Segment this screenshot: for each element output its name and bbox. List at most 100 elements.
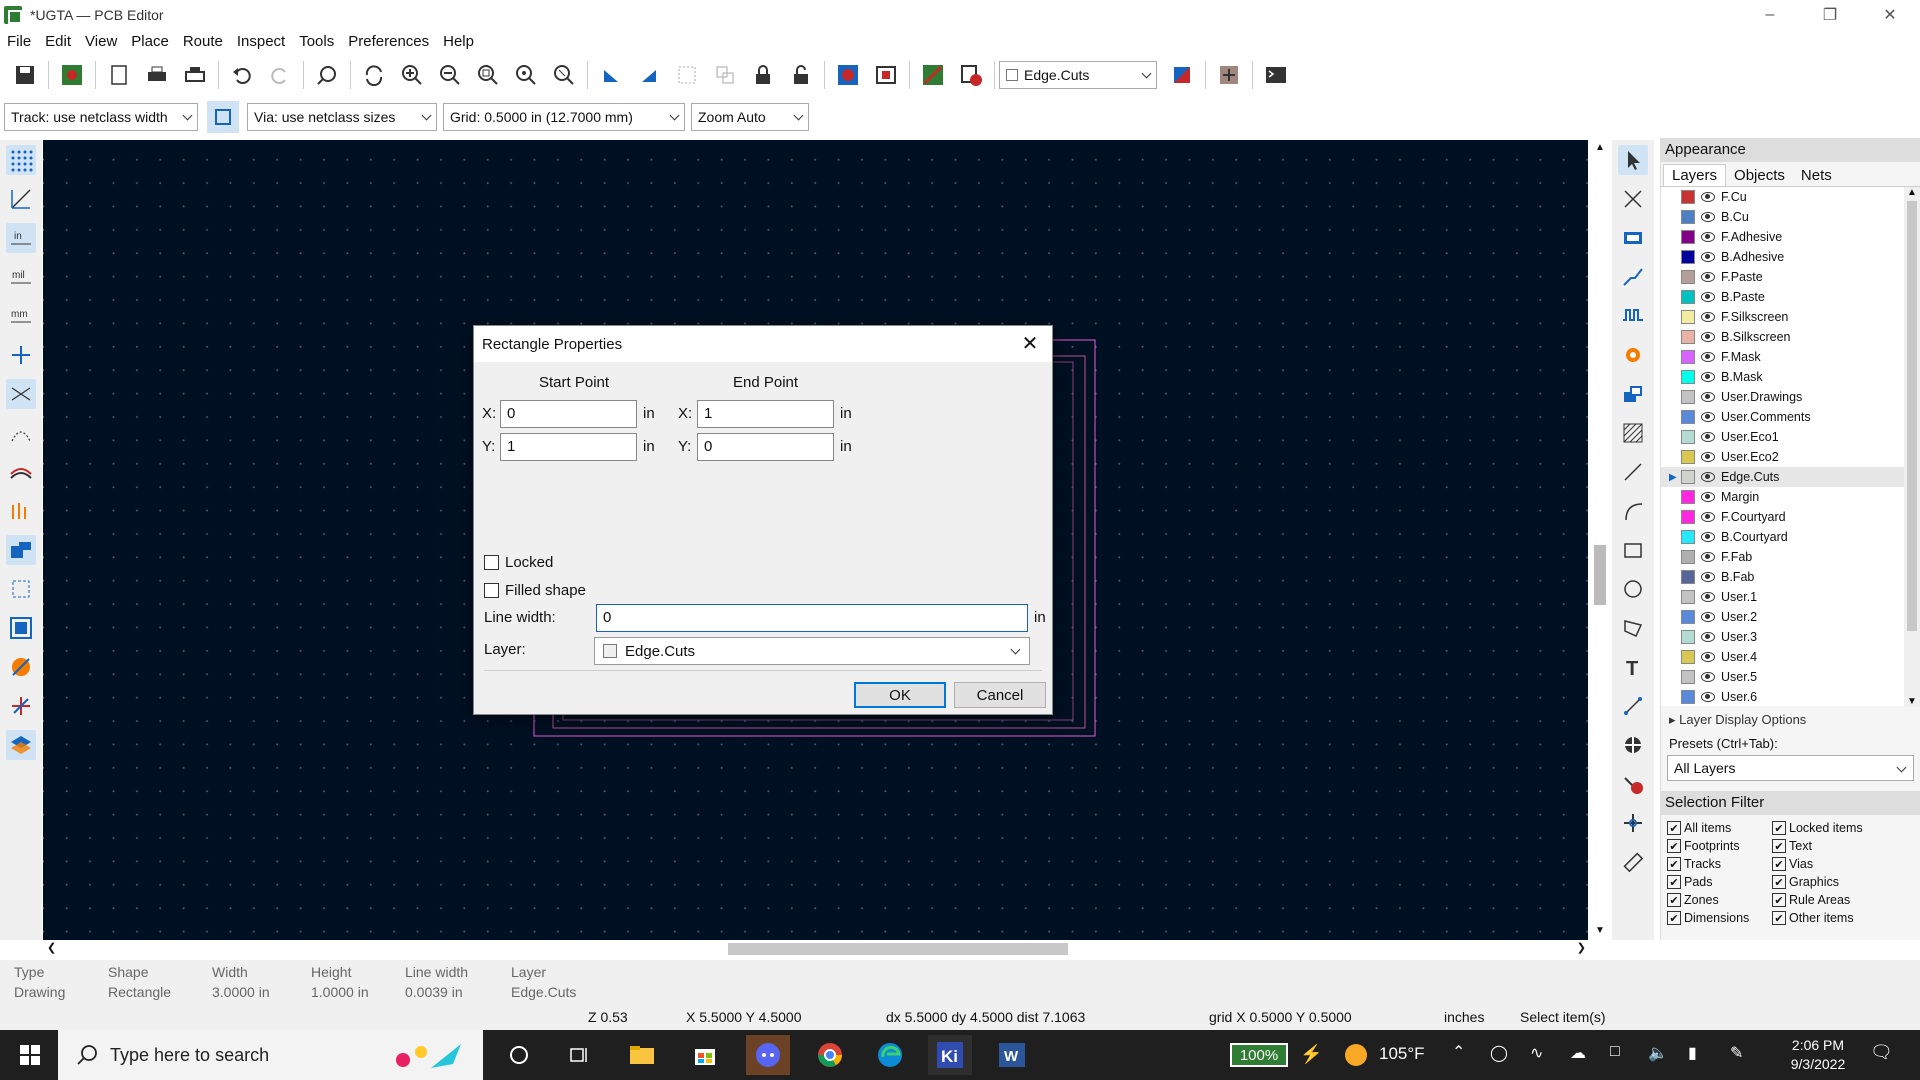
- presets-select[interactable]: All Layers: [1667, 755, 1914, 781]
- layer-color-swatch[interactable]: [1681, 250, 1695, 264]
- layer-color-swatch[interactable]: [1681, 630, 1695, 644]
- layer-row[interactable]: F.Fab: [1661, 547, 1920, 567]
- layer-color-swatch[interactable]: [1681, 350, 1695, 364]
- route-track-icon[interactable]: [1618, 262, 1648, 292]
- layer-color-swatch[interactable]: [1681, 570, 1695, 584]
- footprint-library-icon[interactable]: [870, 59, 902, 91]
- menu-file[interactable]: File: [0, 33, 38, 50]
- measure-tool-icon[interactable]: [1618, 847, 1648, 877]
- taskbar-search-box[interactable]: Type here to search: [58, 1030, 483, 1080]
- visibility-eye-icon[interactable]: [1701, 292, 1715, 302]
- layer-row[interactable]: Margin: [1661, 487, 1920, 507]
- draw-line-icon[interactable]: [1618, 457, 1648, 487]
- delete-tool-icon[interactable]: [1618, 769, 1648, 799]
- start-y-input[interactable]: 1: [500, 433, 637, 461]
- draw-circle-icon[interactable]: [1618, 574, 1648, 604]
- add-via-icon[interactable]: [1618, 340, 1648, 370]
- visibility-eye-icon[interactable]: [1701, 672, 1715, 682]
- layer-color-swatch[interactable]: [1681, 450, 1695, 464]
- scroll-down-icon[interactable]: ▼: [1595, 925, 1605, 936]
- visibility-eye-icon[interactable]: [1701, 512, 1715, 522]
- lock-icon[interactable]: [747, 59, 779, 91]
- scroll-thumb[interactable]: [728, 943, 1068, 955]
- layer-color-swatch[interactable]: [1681, 470, 1695, 484]
- visibility-eye-icon[interactable]: [1701, 532, 1715, 542]
- layer-row[interactable]: User.6: [1661, 687, 1920, 707]
- canvas-vertical-scrollbar[interactable]: ▲ ▼: [1590, 140, 1610, 940]
- line-width-input[interactable]: 0: [596, 604, 1028, 632]
- layer-color-swatch[interactable]: [1681, 510, 1695, 524]
- visibility-eye-icon[interactable]: [1701, 332, 1715, 342]
- weather-sun-icon[interactable]: [1345, 1044, 1367, 1066]
- layer-row[interactable]: User.4: [1661, 647, 1920, 667]
- menu-place[interactable]: Place: [124, 33, 176, 50]
- tab-objects[interactable]: Objects: [1726, 165, 1793, 186]
- layer-color-swatch[interactable]: [1681, 550, 1695, 564]
- start-x-input[interactable]: 0: [500, 400, 637, 428]
- visibility-eye-icon[interactable]: [1701, 492, 1715, 502]
- visibility-eye-icon[interactable]: [1701, 452, 1715, 462]
- scroll-down-icon[interactable]: ▼: [1907, 696, 1917, 707]
- zoom-select[interactable]: Zoom Auto: [691, 103, 809, 131]
- end-x-input[interactable]: 1: [697, 400, 834, 428]
- refresh-icon[interactable]: [358, 59, 390, 91]
- place-anchor-icon[interactable]: [1618, 730, 1648, 760]
- find-icon[interactable]: [311, 59, 343, 91]
- visibility-eye-icon[interactable]: [1701, 572, 1715, 582]
- filter-checkbox[interactable]: ✔ Zones: [1667, 893, 1772, 907]
- redo-icon[interactable]: [264, 59, 296, 91]
- visibility-eye-icon[interactable]: [1701, 632, 1715, 642]
- pcb-calculator-icon[interactable]: [1213, 59, 1245, 91]
- select-arrow-icon[interactable]: [1618, 145, 1648, 175]
- tab-layers[interactable]: Layers: [1663, 164, 1727, 186]
- weather-temp[interactable]: 105°F: [1379, 1044, 1425, 1064]
- cancel-button[interactable]: Cancel: [954, 682, 1046, 708]
- visibility-eye-icon[interactable]: [1701, 612, 1715, 622]
- layer-row[interactable]: User.2: [1661, 607, 1920, 627]
- zoom-fit-icon[interactable]: [472, 59, 504, 91]
- filter-checkbox[interactable]: ✔ Pads: [1667, 875, 1772, 889]
- layer-row[interactable]: F.Adhesive: [1661, 227, 1920, 247]
- add-dimension-icon[interactable]: [1618, 691, 1648, 721]
- cloud-sync-icon[interactable]: ☁: [1570, 1043, 1586, 1063]
- chrome-icon[interactable]: [808, 1035, 852, 1075]
- high-contrast-icon[interactable]: [6, 652, 36, 682]
- layer-color-swatch[interactable]: [1681, 330, 1695, 344]
- layer-list-scrollbar[interactable]: ▲ ▼: [1904, 187, 1920, 707]
- save-icon[interactable]: [9, 59, 41, 91]
- layer-row[interactable]: User.Eco2: [1661, 447, 1920, 467]
- draw-arc-icon[interactable]: [1618, 496, 1648, 526]
- layer-row[interactable]: F.Courtyard: [1661, 507, 1920, 527]
- scroll-up-icon[interactable]: ▲: [1595, 142, 1605, 153]
- meet-now-icon[interactable]: ◯: [1490, 1043, 1508, 1063]
- scroll-thumb[interactable]: [1907, 201, 1917, 631]
- via-display-icon[interactable]: [6, 574, 36, 604]
- notifications-icon[interactable]: 🗨: [1870, 1042, 1893, 1063]
- board-setup-icon[interactable]: [56, 59, 88, 91]
- layer-row[interactable]: B.Paste: [1661, 287, 1920, 307]
- close-button[interactable]: ✕: [1860, 0, 1920, 30]
- zone-outline-icon[interactable]: [6, 496, 36, 526]
- add-zone-icon[interactable]: [1618, 379, 1648, 409]
- group-icon[interactable]: [671, 59, 703, 91]
- menu-view[interactable]: View: [78, 33, 124, 50]
- tune-length-icon[interactable]: [1618, 301, 1648, 331]
- menu-route[interactable]: Route: [176, 33, 230, 50]
- chevron-up-icon[interactable]: ⌃: [1452, 1042, 1465, 1062]
- cursor-style-icon[interactable]: [6, 340, 36, 370]
- layer-row[interactable]: User.Comments: [1661, 407, 1920, 427]
- tab-nets[interactable]: Nets: [1793, 165, 1840, 186]
- store-icon[interactable]: [683, 1035, 727, 1075]
- layer-row[interactable]: B.Courtyard: [1661, 527, 1920, 547]
- visibility-eye-icon[interactable]: [1701, 652, 1715, 662]
- terminal-icon[interactable]: [1260, 59, 1292, 91]
- netlist-icon[interactable]: [832, 59, 864, 91]
- menu-tools[interactable]: Tools: [292, 33, 341, 50]
- filter-checkbox[interactable]: ✔ Graphics: [1772, 875, 1912, 889]
- layer-color-swatch[interactable]: [1681, 410, 1695, 424]
- grid-select[interactable]: Grid: 0.5000 in (12.7000 mm): [443, 103, 685, 131]
- layers-manager-icon[interactable]: [6, 730, 36, 760]
- grid-toggle-icon[interactable]: [6, 145, 36, 175]
- layer-row[interactable]: B.Cu: [1661, 207, 1920, 227]
- filter-checkbox[interactable]: ✔ All items: [1667, 821, 1772, 835]
